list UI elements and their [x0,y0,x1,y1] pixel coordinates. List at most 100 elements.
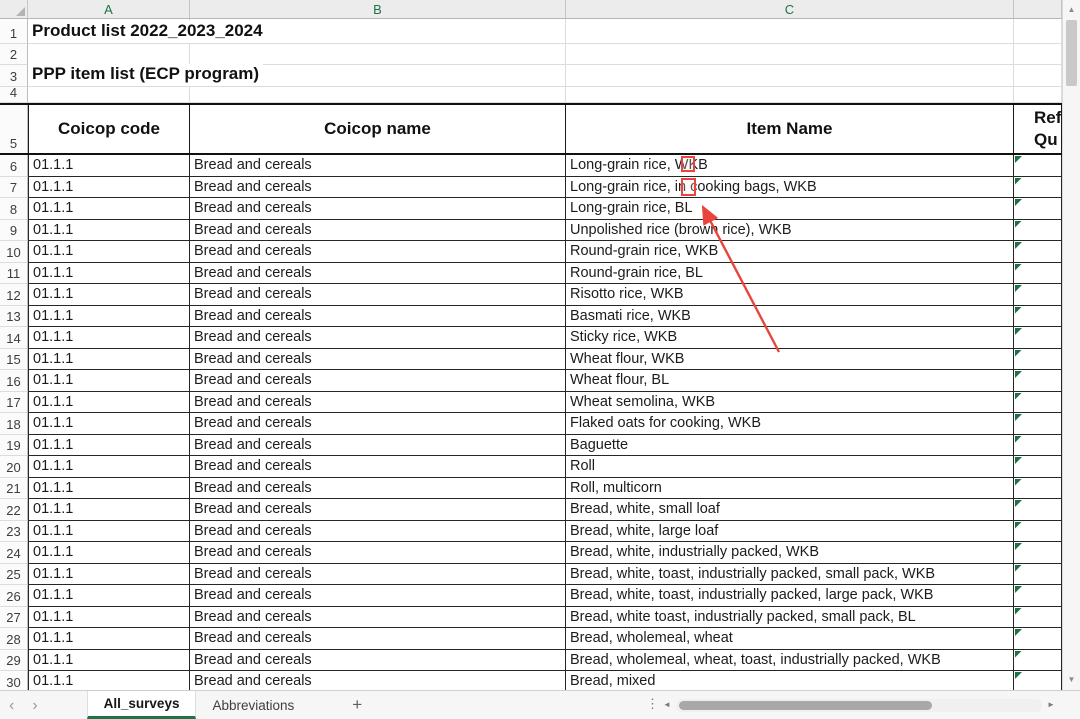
cell-coicop-code[interactable]: 01.1.1 [28,370,190,392]
cell-item-name[interactable]: Bread, white toast, industrially packed,… [566,606,1014,628]
cell-a4[interactable] [28,87,190,103]
header-item-name[interactable]: Item Name [566,105,1014,153]
cell-coicop-name[interactable]: Bread and cereals [190,542,566,564]
row-number[interactable]: 20 [0,456,28,478]
cell-coicop-name[interactable]: Bread and cereals [190,563,566,585]
cell-coicop-name[interactable]: Bread and cereals [190,456,566,478]
cell-item-name[interactable]: Unpolished rice (brown rice), WKB [566,219,1014,241]
cell-a2[interactable] [28,44,190,65]
cell-a1[interactable]: Product list 2022_2023_2024 [28,19,267,44]
cell-item-name[interactable]: Round-grain rice, WKB [566,241,1014,263]
row-number[interactable]: 13 [0,305,28,327]
cell-coicop-name[interactable]: Bread and cereals [190,262,566,284]
cell-coicop-name[interactable]: Bread and cereals [190,155,566,177]
cell-item-name[interactable]: Bread, wholemeal, wheat [566,628,1014,650]
row-number[interactable]: 26 [0,585,28,607]
cell-coicop-name[interactable]: Bread and cereals [190,391,566,413]
sheet-tab-all-surveys[interactable]: All_surveys [86,691,197,719]
cell-coicop-name[interactable]: Bread and cereals [190,413,566,435]
cell-c3[interactable] [566,65,1014,87]
cell-coicop-code[interactable]: 01.1.1 [28,241,190,263]
cell-coicop-code[interactable]: 01.1.1 [28,542,190,564]
cell-coicop-name[interactable]: Bread and cereals [190,284,566,306]
cell-coicop-code[interactable]: 01.1.1 [28,348,190,370]
cell-coicop-name[interactable]: Bread and cereals [190,348,566,370]
cell-ref-quantity[interactable] [1014,327,1062,349]
cell-coicop-code[interactable]: 01.1.1 [28,284,190,306]
cell-coicop-name[interactable]: Bread and cereals [190,499,566,521]
row-number[interactable]: 15 [0,348,28,370]
column-header-c[interactable]: C [566,0,1014,18]
cell-item-name[interactable]: Bread, white, large loaf [566,520,1014,542]
sheet-nav-prev-icon[interactable]: ‹ [0,692,23,719]
row-number[interactable]: 4 [0,85,28,103]
row-number[interactable]: 28 [0,628,28,650]
cell-item-name[interactable]: Long-grain rice, in cooking bags, WKB [566,176,1014,198]
row-number[interactable]: 7 [0,176,28,198]
horizontal-scrollbar[interactable] [676,699,1042,712]
cell-item-name[interactable]: Flaked oats for cooking, WKB [566,413,1014,435]
cell-c1[interactable] [566,19,1014,44]
cell-ref-quantity[interactable] [1014,413,1062,435]
column-header-a[interactable]: A [28,0,190,18]
cell-item-name[interactable]: Bread, wholemeal, wheat, toast, industri… [566,649,1014,671]
row-number[interactable]: 19 [0,434,28,456]
cell-coicop-name[interactable]: Bread and cereals [190,606,566,628]
cell-ref-quantity[interactable] [1014,563,1062,585]
cell-coicop-name[interactable]: Bread and cereals [190,649,566,671]
cell-coicop-code[interactable]: 01.1.1 [28,391,190,413]
cell-coicop-code[interactable]: 01.1.1 [28,219,190,241]
cell-coicop-name[interactable]: Bread and cereals [190,434,566,456]
row-number[interactable]: 22 [0,499,28,521]
cell-item-name[interactable]: Sticky rice, WKB [566,327,1014,349]
cell-ref-quantity[interactable] [1014,585,1062,607]
header-coicop-name[interactable]: Coicop name [190,105,566,153]
cell-coicop-code[interactable]: 01.1.1 [28,477,190,499]
cell-item-name[interactable]: Long-grain rice, BL [566,198,1014,220]
cell-item-name[interactable]: Basmati rice, WKB [566,305,1014,327]
row-number[interactable]: 25 [0,563,28,585]
cell-coicop-code[interactable]: 01.1.1 [28,520,190,542]
cell-coicop-code[interactable]: 01.1.1 [28,499,190,521]
cell-item-name[interactable]: Bread, mixed [566,671,1014,690]
row-number[interactable]: 2 [0,44,28,65]
row-number[interactable]: 5 [0,105,28,153]
cell-coicop-name[interactable]: Bread and cereals [190,327,566,349]
row-number[interactable]: 14 [0,327,28,349]
cell-coicop-code[interactable]: 01.1.1 [28,305,190,327]
cell-coicop-code[interactable]: 01.1.1 [28,262,190,284]
row-number[interactable]: 11 [0,262,28,284]
cell-coicop-code[interactable]: 01.1.1 [28,606,190,628]
cell-b4[interactable] [190,87,566,103]
row-number[interactable]: 24 [0,542,28,564]
row-number[interactable]: 16 [0,370,28,392]
cell-item-name[interactable]: Wheat flour, BL [566,370,1014,392]
cell-item-name[interactable]: Baguette [566,434,1014,456]
cell-item-name[interactable]: Bread, white, toast, industrially packed… [566,563,1014,585]
cell-item-name[interactable]: Roll [566,456,1014,478]
vscroll-down-icon[interactable]: ▼ [1063,675,1080,685]
cell-item-name[interactable]: Bread, white, toast, industrially packed… [566,585,1014,607]
cell-ref-quantity[interactable] [1014,628,1062,650]
row-number[interactable]: 21 [0,477,28,499]
row-number[interactable]: 23 [0,520,28,542]
add-sheet-button[interactable]: + [344,695,370,715]
cell-coicop-code[interactable]: 01.1.1 [28,585,190,607]
select-all-corner[interactable] [0,0,28,18]
row-number[interactable]: 10 [0,241,28,263]
row-number[interactable]: 18 [0,413,28,435]
cell-ref-quantity[interactable] [1014,434,1062,456]
row-number[interactable]: 3 [0,65,28,87]
row-number[interactable]: 9 [0,219,28,241]
cell-coicop-name[interactable]: Bread and cereals [190,477,566,499]
cell-coicop-name[interactable]: Bread and cereals [190,241,566,263]
sheet-tab-abbreviations[interactable]: Abbreviations [196,691,310,719]
vertical-scrollbar-thumb[interactable] [1066,20,1077,86]
cell-a3[interactable]: PPP item list (ECP program) [28,64,264,87]
column-header-b[interactable]: B [190,0,566,18]
cell-coicop-code[interactable]: 01.1.1 [28,413,190,435]
row-number[interactable]: 29 [0,649,28,671]
cell-ref-quantity[interactable] [1014,649,1062,671]
cell-d2[interactable] [1014,44,1062,65]
cell-coicop-code[interactable]: 01.1.1 [28,155,190,177]
